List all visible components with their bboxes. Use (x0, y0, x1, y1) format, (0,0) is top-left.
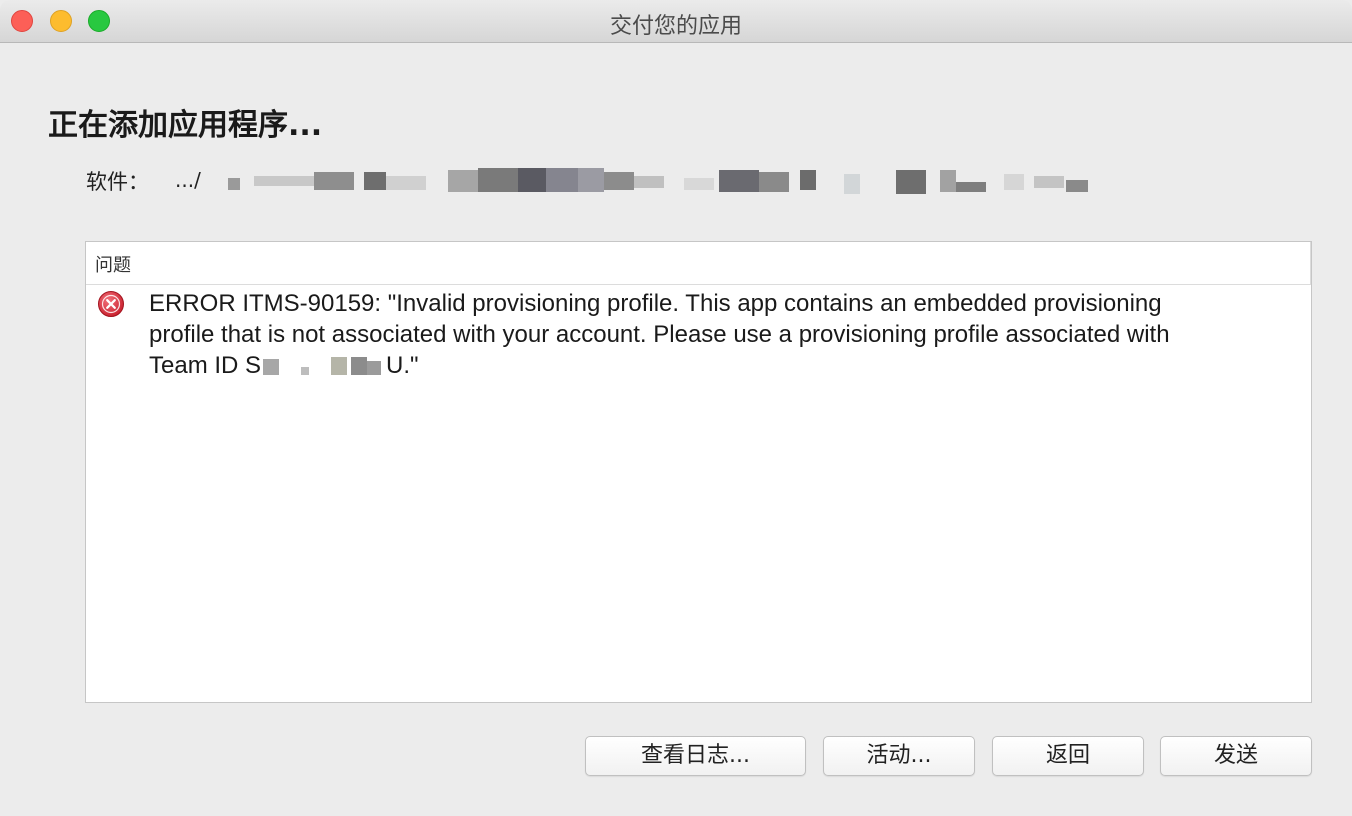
redacted-file-path (214, 166, 1089, 196)
software-label: 软件： (86, 170, 149, 194)
title-bar[interactable]: 交付您的应用 (0, 0, 1352, 43)
issue-message-line-3: Team ID S U." (149, 350, 1299, 381)
issues-column-header[interactable]: 问题 (86, 242, 1311, 285)
issues-column-header-label: 问题 (95, 255, 131, 276)
issue-message-line-1: ERROR ITMS-90159: "Invalid provisioning … (149, 290, 1162, 317)
page-title: 正在添加应用程序... (48, 108, 323, 143)
back-button[interactable]: 返回 (992, 736, 1144, 776)
software-path: .../ (175, 168, 201, 192)
send-button[interactable]: 发送 (1160, 736, 1312, 776)
issue-message-line-3-suffix: U." (386, 352, 419, 379)
issue-message-line-2: profile that is not associated with your… (149, 321, 1170, 348)
deliver-app-window: 交付您的应用 正在添加应用程序... 软件： .../ 问题 ERROR ITM… (0, 0, 1352, 816)
activity-button[interactable]: 活动... (823, 736, 975, 776)
issue-message-line-3-prefix: Team ID S (149, 352, 262, 379)
view-log-button[interactable]: 查看日志... (585, 736, 806, 776)
issue-message: ERROR ITMS-90159: "Invalid provisioning … (149, 288, 1299, 381)
column-divider (1310, 242, 1311, 284)
redacted-team-id (261, 353, 386, 377)
window-title: 交付您的应用 (609, 14, 742, 39)
error-icon (98, 291, 124, 317)
issues-list[interactable]: 问题 ERROR ITMS-90159: "Invalid provisioni… (85, 241, 1312, 703)
